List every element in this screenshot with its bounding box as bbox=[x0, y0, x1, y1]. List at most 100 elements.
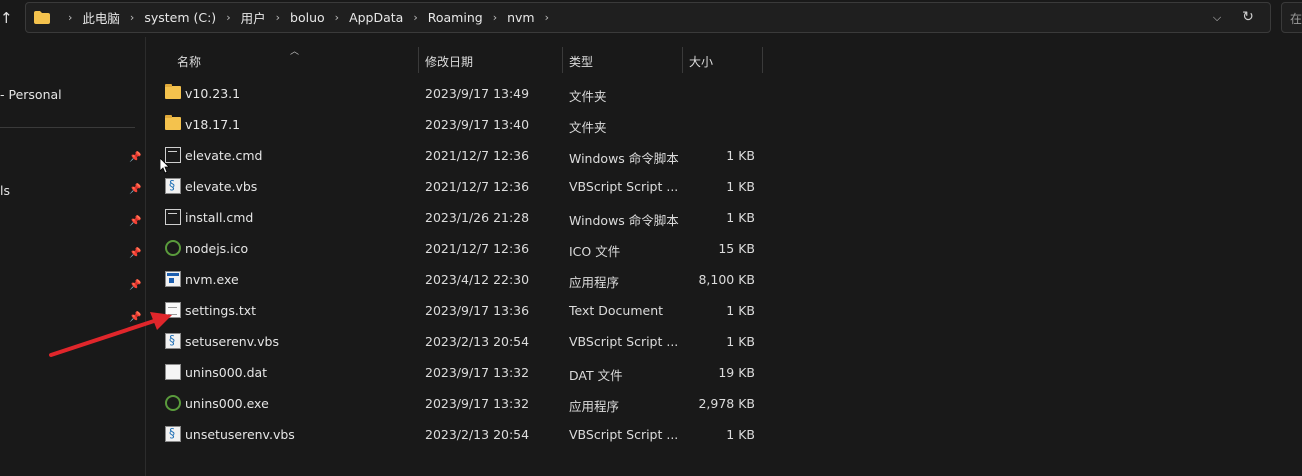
mouse-cursor-icon bbox=[160, 158, 170, 174]
pin-icon[interactable]: 📌 bbox=[129, 248, 141, 260]
file-date: 2023/2/13 20:54 bbox=[425, 334, 530, 349]
cmd-file-icon bbox=[165, 209, 181, 225]
column-divider[interactable] bbox=[762, 47, 763, 73]
chevron-right-icon: › bbox=[492, 11, 498, 24]
file-date: 2023/9/17 13:36 bbox=[425, 303, 530, 318]
file-type: VBScript Script ... bbox=[569, 334, 679, 349]
column-size[interactable]: 大小 bbox=[689, 53, 713, 70]
file-row[interactable]: v18.17.1 2023/9/17 13:40 文件夹 bbox=[146, 108, 846, 139]
pin-icon[interactable]: 📌 bbox=[129, 312, 141, 324]
file-size: 15 KB bbox=[718, 241, 755, 256]
file-type: VBScript Script ... bbox=[569, 427, 679, 442]
column-divider[interactable] bbox=[418, 47, 419, 73]
sort-up-icon: ︿ bbox=[290, 47, 300, 57]
file-date: 2021/12/7 12:36 bbox=[425, 179, 530, 194]
file-size: 1 KB bbox=[726, 148, 755, 163]
file-row[interactable]: elevate.cmd 2021/12/7 12:36 Windows 命令脚本… bbox=[146, 139, 846, 170]
file-type: 应用程序 bbox=[569, 275, 620, 290]
folder-icon bbox=[34, 11, 50, 24]
chevron-right-icon: › bbox=[334, 11, 340, 24]
column-divider[interactable] bbox=[682, 47, 683, 73]
file-row[interactable]: nvm.exe 2023/4/12 22:30 应用程序 8,100 KB bbox=[146, 263, 846, 294]
file-name: unins000.exe bbox=[185, 396, 269, 411]
file-type: ICO 文件 bbox=[569, 244, 621, 259]
file-row[interactable]: unsetuserenv.vbs 2023/2/13 20:54 VBScrip… bbox=[146, 418, 846, 449]
file-name: unsetuserenv.vbs bbox=[185, 427, 295, 442]
column-date-modified[interactable]: 修改日期 bbox=[425, 53, 473, 70]
file-row[interactable]: unins000.exe 2023/9/17 13:32 应用程序 2,978 … bbox=[146, 387, 846, 418]
nodejs-icon bbox=[165, 395, 181, 411]
file-row[interactable]: v10.23.1 2023/9/17 13:49 文件夹 bbox=[146, 77, 846, 108]
column-name[interactable]: 名称 bbox=[177, 53, 201, 70]
breadcrumb-users[interactable]: 用户 bbox=[241, 8, 266, 27]
file-date: 2021/12/7 12:36 bbox=[425, 241, 530, 256]
text-file-icon bbox=[165, 302, 181, 318]
file-date: 2023/4/12 22:30 bbox=[425, 272, 530, 287]
file-date: 2023/2/13 20:54 bbox=[425, 427, 530, 442]
up-arrow-icon[interactable]: ↑ bbox=[0, 8, 14, 28]
breadcrumb-nvm[interactable]: nvm bbox=[507, 10, 535, 25]
breadcrumb-system-c[interactable]: system (C:) bbox=[144, 10, 216, 25]
chevron-right-icon: › bbox=[68, 11, 73, 24]
column-divider[interactable] bbox=[562, 47, 563, 73]
column-header: ︿ 名称 修改日期 类型 大小 bbox=[146, 44, 1302, 76]
file-type: 应用程序 bbox=[569, 399, 620, 414]
file-date: 2023/9/17 13:32 bbox=[425, 396, 530, 411]
search-input[interactable]: 在 bbox=[1281, 2, 1302, 33]
file-name: unins000.dat bbox=[185, 365, 268, 380]
chevron-right-icon: › bbox=[275, 11, 281, 24]
breadcrumb-boluo[interactable]: boluo bbox=[290, 10, 325, 25]
nodejs-icon bbox=[165, 240, 181, 256]
file-type: Text Document bbox=[569, 303, 664, 318]
file-date: 2021/12/7 12:36 bbox=[425, 148, 530, 163]
file-date: 2023/9/17 13:40 bbox=[425, 117, 530, 132]
folder-icon bbox=[165, 84, 181, 99]
file-name: nodejs.ico bbox=[185, 241, 249, 256]
breadcrumb-roaming[interactable]: Roaming bbox=[428, 10, 483, 25]
breadcrumb-this-pc[interactable]: 此电脑 bbox=[82, 8, 120, 27]
file-row[interactable]: setuserenv.vbs 2023/2/13 20:54 VBScript … bbox=[146, 325, 846, 356]
file-type: Windows 命令脚本 bbox=[569, 213, 679, 228]
nav-item-ls[interactable]: ls bbox=[0, 183, 10, 198]
column-type[interactable]: 类型 bbox=[569, 53, 593, 70]
file-name: elevate.vbs bbox=[185, 179, 258, 194]
pin-icon[interactable]: 📌 bbox=[129, 216, 141, 228]
file-list: v10.23.1 2023/9/17 13:49 文件夹 v18.17.1 20… bbox=[146, 77, 846, 449]
file-size: 1 KB bbox=[726, 427, 755, 442]
file-row[interactable]: install.cmd 2023/1/26 21:28 Windows 命令脚本… bbox=[146, 201, 846, 232]
vbs-file-icon bbox=[165, 178, 181, 194]
file-name: settings.txt bbox=[185, 303, 257, 318]
nav-divider bbox=[0, 127, 135, 128]
file-size: 1 KB bbox=[726, 210, 755, 225]
breadcrumb-appdata[interactable]: AppData bbox=[349, 10, 403, 25]
file-name: v10.23.1 bbox=[185, 86, 241, 101]
file-size: 2,978 KB bbox=[698, 396, 755, 411]
file-size: 1 KB bbox=[726, 303, 755, 318]
file-type: 文件夹 bbox=[569, 120, 607, 135]
file-row[interactable]: nodejs.ico 2021/12/7 12:36 ICO 文件 15 KB bbox=[146, 232, 846, 263]
vbs-file-icon bbox=[165, 333, 181, 349]
file-size: 8,100 KB bbox=[698, 272, 755, 287]
chevron-down-icon[interactable]: ⌵ bbox=[1210, 11, 1224, 25]
chevron-right-icon: › bbox=[226, 11, 231, 24]
file-row[interactable]: unins000.dat 2023/9/17 13:32 DAT 文件 19 K… bbox=[146, 356, 846, 387]
file-row[interactable]: elevate.vbs 2021/12/7 12:36 VBScript Scr… bbox=[146, 170, 846, 201]
file-date: 2023/1/26 21:28 bbox=[425, 210, 530, 225]
file-name: setuserenv.vbs bbox=[185, 334, 279, 349]
file-row[interactable]: settings.txt 2023/9/17 13:36 Text Docume… bbox=[146, 294, 846, 325]
pin-icon[interactable]: 📌 bbox=[129, 152, 141, 164]
file-type: Windows 命令脚本 bbox=[569, 151, 679, 166]
file-name: nvm.exe bbox=[185, 272, 239, 287]
pin-icon[interactable]: 📌 bbox=[129, 280, 141, 292]
nav-item-personal[interactable]: - Personal bbox=[0, 87, 62, 102]
refresh-icon[interactable]: ↻ bbox=[1240, 9, 1256, 25]
chevron-right-icon[interactable]: › bbox=[545, 11, 549, 24]
dat-file-icon bbox=[165, 364, 181, 380]
vbs-file-icon bbox=[165, 426, 181, 442]
pin-icon[interactable]: 📌 bbox=[129, 184, 141, 196]
file-size: 1 KB bbox=[726, 179, 755, 194]
file-type: DAT 文件 bbox=[569, 368, 623, 383]
navigation-pane: - Personal ls 📌 📌 📌 📌 📌 📌 bbox=[0, 37, 146, 476]
address-bar[interactable]: › 此电脑 › system (C:) › 用户 › boluo › AppDa… bbox=[25, 2, 1271, 33]
file-size: 19 KB bbox=[718, 365, 755, 380]
